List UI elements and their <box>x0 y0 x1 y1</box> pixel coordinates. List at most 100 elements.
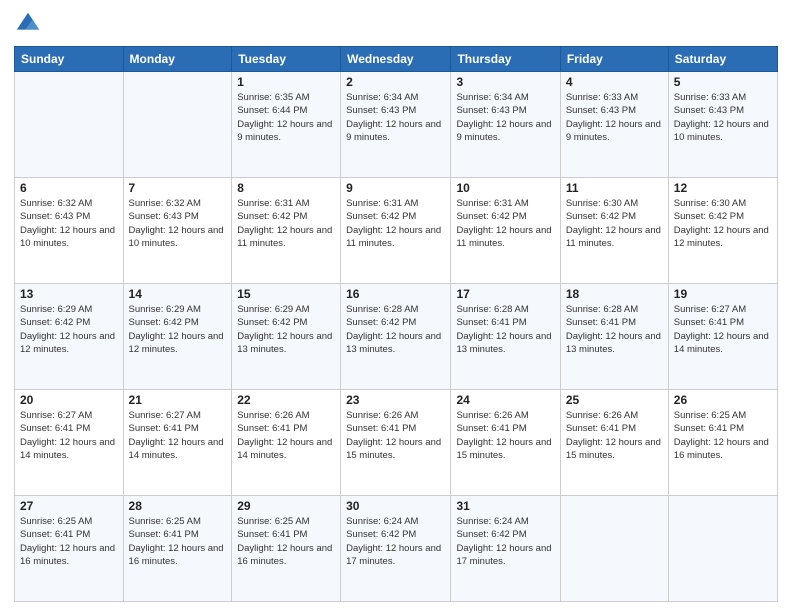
day-detail: Sunrise: 6:27 AM Sunset: 6:41 PM Dayligh… <box>674 303 772 356</box>
weekday-header-tuesday: Tuesday <box>232 47 341 72</box>
day-number: 2 <box>346 75 445 89</box>
day-number: 25 <box>566 393 663 407</box>
weekday-header-row: SundayMondayTuesdayWednesdayThursdayFrid… <box>15 47 778 72</box>
day-cell: 17 Sunrise: 6:28 AM Sunset: 6:41 PM Dayli… <box>451 284 560 390</box>
week-row-2: 13Sunrise: 6:29 AM Sunset: 6:42 PM Dayli… <box>15 284 778 390</box>
day-number: 12 <box>674 181 772 195</box>
day-detail: Sunrise: 6:26 AM Sunset: 6:41 PM Dayligh… <box>456 409 554 462</box>
day-cell: 5 Sunrise: 6:33 AM Sunset: 6:43 PM Daylig… <box>668 72 777 178</box>
calendar-table: SundayMondayTuesdayWednesdayThursdayFrid… <box>14 46 778 602</box>
weekday-header-friday: Friday <box>560 47 668 72</box>
day-detail: Sunrise: 6:26 AM Sunset: 6:41 PM Dayligh… <box>346 409 445 462</box>
day-number: 15 <box>237 287 335 301</box>
day-detail: Sunrise: 6:28 AM Sunset: 6:41 PM Dayligh… <box>566 303 663 356</box>
day-number: 22 <box>237 393 335 407</box>
day-detail: Sunrise: 6:31 AM Sunset: 6:42 PM Dayligh… <box>346 197 445 250</box>
day-cell <box>123 72 232 178</box>
day-detail: Sunrise: 6:25 AM Sunset: 6:41 PM Dayligh… <box>129 515 227 568</box>
day-cell: 30 Sunrise: 6:24 AM Sunset: 6:42 PM Dayli… <box>341 496 451 602</box>
week-row-3: 20Sunrise: 6:27 AM Sunset: 6:41 PM Dayli… <box>15 390 778 496</box>
day-cell <box>668 496 777 602</box>
day-cell: 13Sunrise: 6:29 AM Sunset: 6:42 PM Dayli… <box>15 284 124 390</box>
day-number: 17 <box>456 287 554 301</box>
day-cell: 16Sunrise: 6:28 AM Sunset: 6:42 PM Dayli… <box>341 284 451 390</box>
day-cell: 6 Sunrise: 6:32 AM Sunset: 6:43 PM Daylig… <box>15 178 124 284</box>
day-number: 28 <box>129 499 227 513</box>
logo <box>14 10 46 38</box>
day-cell: 10 Sunrise: 6:31 AM Sunset: 6:42 PM Dayli… <box>451 178 560 284</box>
day-cell <box>15 72 124 178</box>
day-number: 9 <box>346 181 445 195</box>
day-number: 30 <box>346 499 445 513</box>
day-cell: 7 Sunrise: 6:32 AM Sunset: 6:43 PM Daylig… <box>123 178 232 284</box>
day-cell: 14 Sunrise: 6:29 AM Sunset: 6:42 PM Dayli… <box>123 284 232 390</box>
weekday-header-wednesday: Wednesday <box>341 47 451 72</box>
day-cell: 22 Sunrise: 6:26 AM Sunset: 6:41 PM Dayli… <box>232 390 341 496</box>
day-detail: Sunrise: 6:27 AM Sunset: 6:41 PM Dayligh… <box>20 409 118 462</box>
day-cell: 19 Sunrise: 6:27 AM Sunset: 6:41 PM Dayli… <box>668 284 777 390</box>
day-detail: Sunrise: 6:35 AM Sunset: 6:44 PM Dayligh… <box>237 91 335 144</box>
day-detail: Sunrise: 6:29 AM Sunset: 6:42 PM Dayligh… <box>20 303 118 356</box>
day-number: 5 <box>674 75 772 89</box>
weekday-header-sunday: Sunday <box>15 47 124 72</box>
week-row-0: 1Sunrise: 6:35 AM Sunset: 6:44 PM Daylig… <box>15 72 778 178</box>
week-row-1: 6 Sunrise: 6:32 AM Sunset: 6:43 PM Daylig… <box>15 178 778 284</box>
week-row-4: 27 Sunrise: 6:25 AM Sunset: 6:41 PM Dayli… <box>15 496 778 602</box>
day-detail: Sunrise: 6:27 AM Sunset: 6:41 PM Dayligh… <box>129 409 227 462</box>
day-cell: 27 Sunrise: 6:25 AM Sunset: 6:41 PM Dayli… <box>15 496 124 602</box>
day-number: 14 <box>129 287 227 301</box>
day-cell: 25 Sunrise: 6:26 AM Sunset: 6:41 PM Dayli… <box>560 390 668 496</box>
day-cell: 23 Sunrise: 6:26 AM Sunset: 6:41 PM Dayli… <box>341 390 451 496</box>
weekday-header-thursday: Thursday <box>451 47 560 72</box>
day-number: 27 <box>20 499 118 513</box>
day-cell: 20Sunrise: 6:27 AM Sunset: 6:41 PM Dayli… <box>15 390 124 496</box>
day-detail: Sunrise: 6:24 AM Sunset: 6:42 PM Dayligh… <box>346 515 445 568</box>
day-detail: Sunrise: 6:25 AM Sunset: 6:41 PM Dayligh… <box>237 515 335 568</box>
day-number: 19 <box>674 287 772 301</box>
day-number: 23 <box>346 393 445 407</box>
day-number: 8 <box>237 181 335 195</box>
day-detail: Sunrise: 6:30 AM Sunset: 6:42 PM Dayligh… <box>674 197 772 250</box>
day-detail: Sunrise: 6:26 AM Sunset: 6:41 PM Dayligh… <box>237 409 335 462</box>
header <box>14 10 778 38</box>
day-number: 10 <box>456 181 554 195</box>
day-number: 7 <box>129 181 227 195</box>
day-cell: 11 Sunrise: 6:30 AM Sunset: 6:42 PM Dayli… <box>560 178 668 284</box>
day-cell: 8 Sunrise: 6:31 AM Sunset: 6:42 PM Daylig… <box>232 178 341 284</box>
day-number: 6 <box>20 181 118 195</box>
day-detail: Sunrise: 6:31 AM Sunset: 6:42 PM Dayligh… <box>237 197 335 250</box>
day-detail: Sunrise: 6:28 AM Sunset: 6:41 PM Dayligh… <box>456 303 554 356</box>
day-number: 18 <box>566 287 663 301</box>
day-cell: 18 Sunrise: 6:28 AM Sunset: 6:41 PM Dayli… <box>560 284 668 390</box>
day-detail: Sunrise: 6:24 AM Sunset: 6:42 PM Dayligh… <box>456 515 554 568</box>
day-detail: Sunrise: 6:33 AM Sunset: 6:43 PM Dayligh… <box>566 91 663 144</box>
day-number: 3 <box>456 75 554 89</box>
weekday-header-saturday: Saturday <box>668 47 777 72</box>
day-number: 11 <box>566 181 663 195</box>
day-cell: 15 Sunrise: 6:29 AM Sunset: 6:42 PM Dayli… <box>232 284 341 390</box>
day-cell: 24Sunrise: 6:26 AM Sunset: 6:41 PM Dayli… <box>451 390 560 496</box>
day-detail: Sunrise: 6:34 AM Sunset: 6:43 PM Dayligh… <box>456 91 554 144</box>
day-cell: 1Sunrise: 6:35 AM Sunset: 6:44 PM Daylig… <box>232 72 341 178</box>
day-number: 21 <box>129 393 227 407</box>
day-detail: Sunrise: 6:29 AM Sunset: 6:42 PM Dayligh… <box>237 303 335 356</box>
day-detail: Sunrise: 6:25 AM Sunset: 6:41 PM Dayligh… <box>674 409 772 462</box>
day-detail: Sunrise: 6:26 AM Sunset: 6:41 PM Dayligh… <box>566 409 663 462</box>
day-detail: Sunrise: 6:33 AM Sunset: 6:43 PM Dayligh… <box>674 91 772 144</box>
day-detail: Sunrise: 6:31 AM Sunset: 6:42 PM Dayligh… <box>456 197 554 250</box>
weekday-header-monday: Monday <box>123 47 232 72</box>
day-detail: Sunrise: 6:30 AM Sunset: 6:42 PM Dayligh… <box>566 197 663 250</box>
day-detail: Sunrise: 6:32 AM Sunset: 6:43 PM Dayligh… <box>129 197 227 250</box>
day-cell: 31Sunrise: 6:24 AM Sunset: 6:42 PM Dayli… <box>451 496 560 602</box>
day-cell: 29Sunrise: 6:25 AM Sunset: 6:41 PM Dayli… <box>232 496 341 602</box>
day-cell: 12 Sunrise: 6:30 AM Sunset: 6:42 PM Dayli… <box>668 178 777 284</box>
day-cell: 21 Sunrise: 6:27 AM Sunset: 6:41 PM Dayli… <box>123 390 232 496</box>
day-detail: Sunrise: 6:29 AM Sunset: 6:42 PM Dayligh… <box>129 303 227 356</box>
day-detail: Sunrise: 6:32 AM Sunset: 6:43 PM Dayligh… <box>20 197 118 250</box>
day-cell: 3 Sunrise: 6:34 AM Sunset: 6:43 PM Daylig… <box>451 72 560 178</box>
day-number: 4 <box>566 75 663 89</box>
day-cell: 2Sunrise: 6:34 AM Sunset: 6:43 PM Daylig… <box>341 72 451 178</box>
day-detail: Sunrise: 6:25 AM Sunset: 6:41 PM Dayligh… <box>20 515 118 568</box>
day-cell: 28 Sunrise: 6:25 AM Sunset: 6:41 PM Dayli… <box>123 496 232 602</box>
day-detail: Sunrise: 6:28 AM Sunset: 6:42 PM Dayligh… <box>346 303 445 356</box>
